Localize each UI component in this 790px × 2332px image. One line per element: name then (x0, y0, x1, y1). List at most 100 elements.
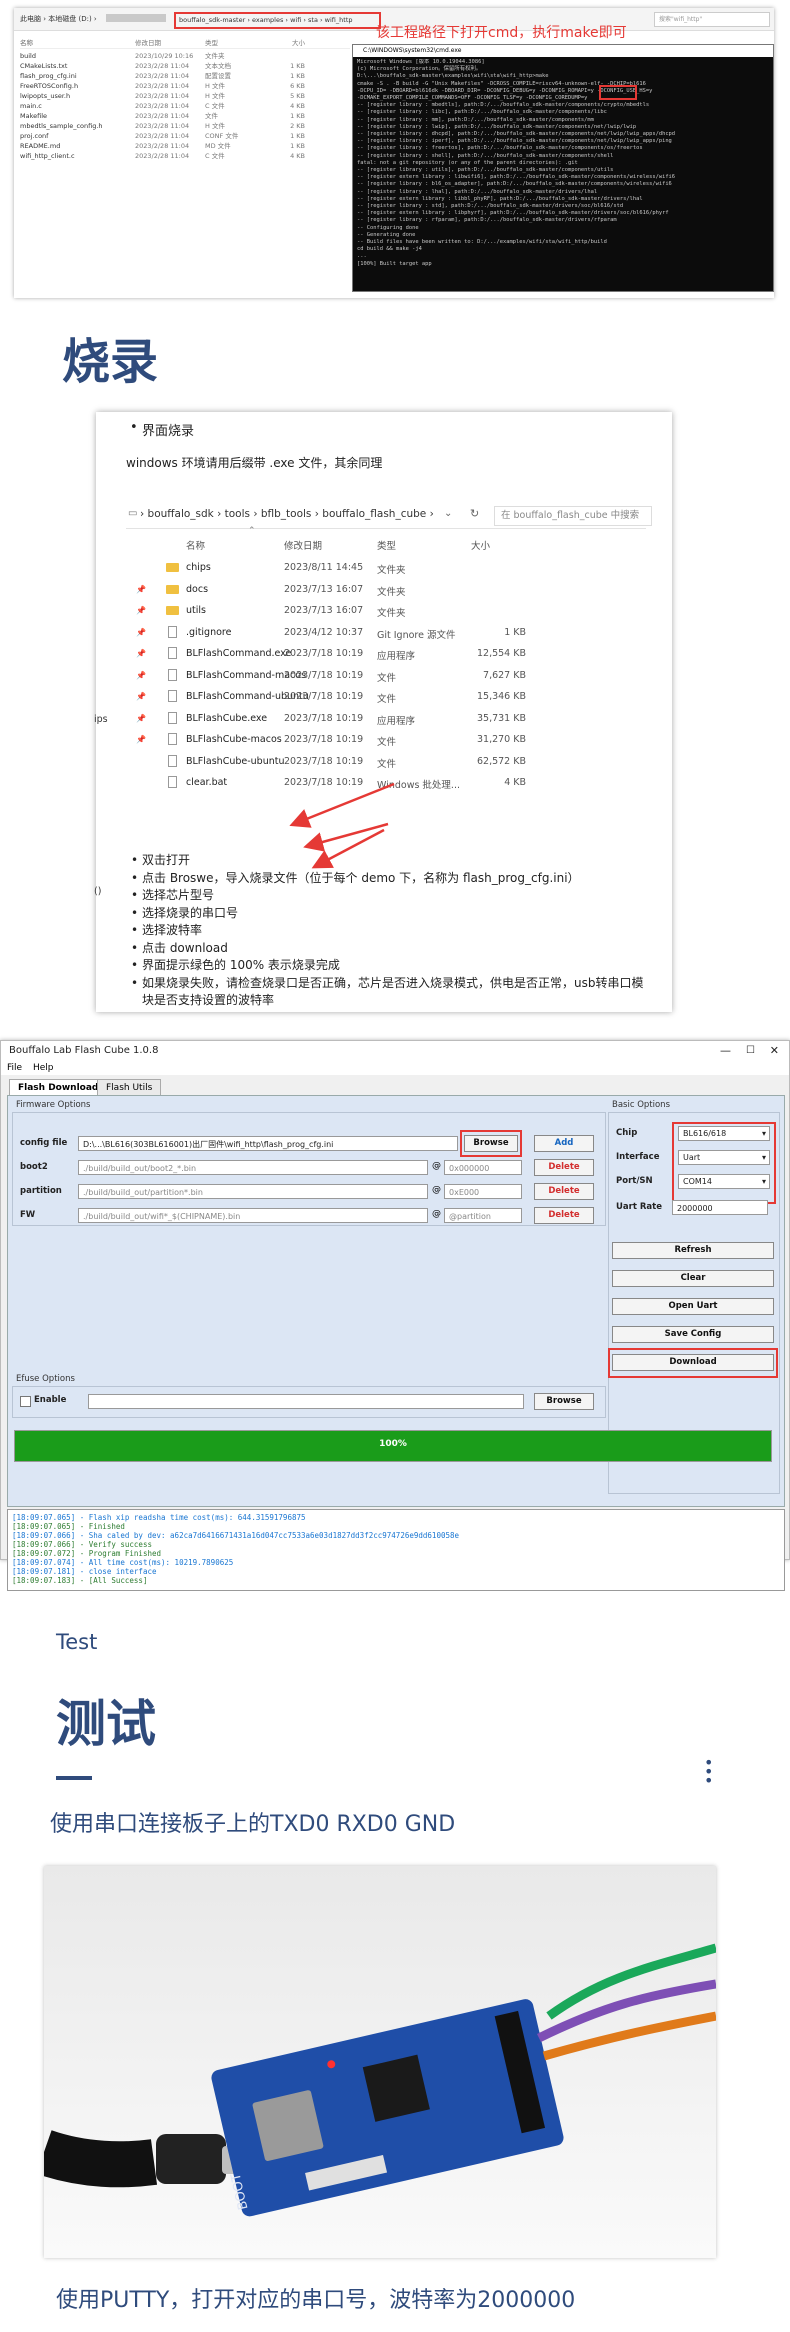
cmd-line: -- [register library : shell], path:D:/.… (357, 152, 614, 159)
cmd-line: -- [register extern library : libphyrf],… (357, 210, 669, 217)
open-uart-button[interactable]: Open Uart (612, 1298, 774, 1315)
close-icon[interactable]: ✕ (770, 1041, 779, 1061)
bullet-icon: • (131, 905, 139, 920)
file-date: 2023/2/28 11:04 (135, 72, 190, 80)
add-button[interactable]: Add (534, 1135, 594, 1152)
file-row[interactable]: main.c 2023/2/28 11:04 C 文件 4 KB (20, 101, 350, 111)
file-date: 2023/2/28 11:04 (135, 112, 190, 120)
cmd-line: cd build && make -j4 (357, 246, 422, 253)
cmd-line: ... (357, 253, 367, 260)
step-item: • 点击 Broswe，导入烧录文件（位于每个 demo 下，名称为 flash_… (131, 870, 652, 888)
fw-delete-button[interactable]: Delete (534, 1207, 594, 1224)
file-row[interactable]: proj.conf 2023/2/28 11:04 CONF 文件 1 KB (20, 131, 350, 141)
file-type: CONF 文件 (205, 132, 239, 140)
file-size: 2 KB (290, 122, 305, 130)
progress-text: 100% (379, 1439, 407, 1449)
step-text: 点击 Broswe，导入烧录文件（位于每个 demo 下，名称为 flash_p… (142, 870, 580, 885)
chip-label: Chip (616, 1128, 638, 1138)
port-select[interactable]: COM14 (678, 1174, 770, 1189)
chip-select[interactable]: BL616/618 (678, 1126, 770, 1141)
explorer-search-input[interactable]: 搜索"wifi_http" (654, 12, 770, 27)
partition-addr-input[interactable]: 0xE000 (444, 1184, 522, 1199)
sidebar-fragment: ips (94, 714, 108, 725)
file-date: 2023/2/28 11:04 (135, 122, 190, 130)
title-underline (56, 1776, 92, 1780)
file-date: 2023/2/28 11:04 (135, 142, 190, 150)
file-date: 2023/2/28 11:04 (135, 132, 190, 140)
config-file-input[interactable]: D:\...\BL616(303BL616001)出厂固件\wifi_http\… (78, 1136, 458, 1151)
col-date[interactable]: 修改日期 (135, 38, 205, 48)
bullet-ui-burn: 界面烧录 (130, 420, 194, 439)
partition-delete-button[interactable]: Delete (534, 1183, 594, 1200)
cmd-line: -- [register extern library : libbl_phyR… (357, 195, 643, 202)
baud-input[interactable]: 2000000 (672, 1200, 768, 1215)
file-row[interactable]: CMakeLists.txt 2023/2/28 11:04 文本文档 1 KB (20, 61, 350, 71)
step-item: • 双击打开 (131, 852, 652, 870)
file-row[interactable]: mbedtls_sample_config.h 2023/2/28 11:04 H … (20, 121, 350, 131)
fw-input[interactable]: ./build/build_out/wifi*_$(CHIPNAME).bin (78, 1208, 428, 1223)
boot2-delete-button[interactable]: Delete (534, 1159, 594, 1176)
interface-select[interactable]: Uart (678, 1150, 770, 1165)
file-date: 2023/2/28 11:04 (135, 92, 190, 100)
cmd-line: fatal: not a git repository (or any of t… (357, 159, 578, 166)
enable-checkbox[interactable] (20, 1396, 31, 1407)
bullet-icon: • (131, 923, 139, 937)
file-name: lwipopts_user.h (20, 92, 71, 100)
step-item: • 选择波特率 (131, 922, 652, 940)
col-size[interactable]: 大小 (260, 38, 305, 48)
fw-addr-input[interactable]: @partition (444, 1208, 522, 1223)
board-illustration: BOOT (44, 1866, 716, 2258)
file-row[interactable]: flash_prog_cfg.ini 2023/2/28 11:04 配置设置 1 K… (20, 71, 350, 81)
file-type: MD 文件 (205, 142, 231, 150)
log-line: [18:09:07.066] - Verify success (12, 1540, 152, 1549)
address-path-highlight[interactable]: bouffalo_sdk-master › examples › wifi › … (174, 12, 381, 29)
file-row[interactable]: build 2023/10/29 10:16 文件夹 (20, 51, 350, 61)
partition-input[interactable]: ./build/build_out/partition*.bin (78, 1184, 428, 1199)
cmd-line: -- Generating done (357, 231, 416, 238)
menu-help[interactable]: Help (33, 1063, 54, 1073)
step-text: 选择芯片型号 (142, 888, 215, 902)
firmware-options-label: Firmware Options (16, 1100, 91, 1110)
refresh-button[interactable]: Refresh (612, 1242, 774, 1259)
tab-flash-download[interactable]: Flash Download (9, 1079, 108, 1096)
download-button[interactable]: Download (612, 1354, 774, 1371)
bullet-icon: • (131, 870, 139, 885)
file-row[interactable]: README.md 2023/2/28 11:04 MD 文件 1 KB (20, 141, 350, 151)
test-title: 测试 (56, 1694, 156, 1753)
file-date: 2023/10/29 10:16 (135, 52, 194, 60)
partition-label: partition (20, 1186, 62, 1196)
boot2-input[interactable]: ./build/build_out/boot2_*.bin (78, 1160, 428, 1175)
efuse-input[interactable] (88, 1394, 524, 1409)
file-row[interactable]: Makefile 2023/2/28 11:04 文件 1 KB (20, 111, 350, 121)
clear-button[interactable]: Clear (612, 1270, 774, 1287)
burn-doc-card: 界面烧录 windows 环境请用后缀带 .exe 文件，其余同理 ▭ › bo… (94, 412, 672, 1012)
maximize-icon[interactable]: ☐ (746, 1041, 755, 1061)
cmd-line: -- Configuring done (357, 224, 419, 231)
file-row[interactable]: wifi_http_client.c 2023/2/28 11:04 C 文件 4 K… (20, 151, 350, 161)
minimize-icon[interactable]: — (720, 1041, 731, 1061)
file-type: 文本文档 (205, 62, 231, 70)
col-type[interactable]: 类型 (205, 38, 260, 48)
breadcrumb-left[interactable]: 此电脑 › 本地磁盘 (D:) › (20, 14, 97, 24)
file-date: 2023/2/28 11:04 (135, 82, 190, 90)
tab-flash-utils[interactable]: Flash Utils (97, 1079, 162, 1096)
file-size: 1 KB (290, 112, 305, 120)
file-type: H 文件 (205, 82, 225, 90)
arrow-exe (289, 782, 395, 828)
file-name: FreeRTOSConfig.h (20, 82, 79, 90)
bullet-icon: • (131, 888, 139, 902)
step-item: • 界面提示绿色的 100% 表示烧录完成 (131, 957, 652, 975)
step-item: • 点击 download (131, 940, 652, 958)
file-name: CMakeLists.txt (20, 62, 68, 70)
col-name[interactable]: 名称 (20, 38, 135, 48)
efuse-browse-button[interactable]: Browse (534, 1393, 594, 1410)
file-row[interactable]: FreeRTOSConfig.h 2023/2/28 11:04 H 文件 6 KB (20, 81, 350, 91)
partition-at-icon: @ (432, 1185, 441, 1195)
boot2-addr-input[interactable]: 0x000000 (444, 1160, 522, 1175)
file-size: 4 KB (290, 102, 305, 110)
save-config-button[interactable]: Save Config (612, 1326, 774, 1343)
browse-button[interactable]: Browse (464, 1135, 518, 1152)
file-row[interactable]: lwipopts_user.h 2023/2/28 11:04 H 文件 5 KB (20, 91, 350, 101)
file-size: 1 KB (290, 62, 305, 70)
menu-file[interactable]: File (7, 1063, 22, 1073)
